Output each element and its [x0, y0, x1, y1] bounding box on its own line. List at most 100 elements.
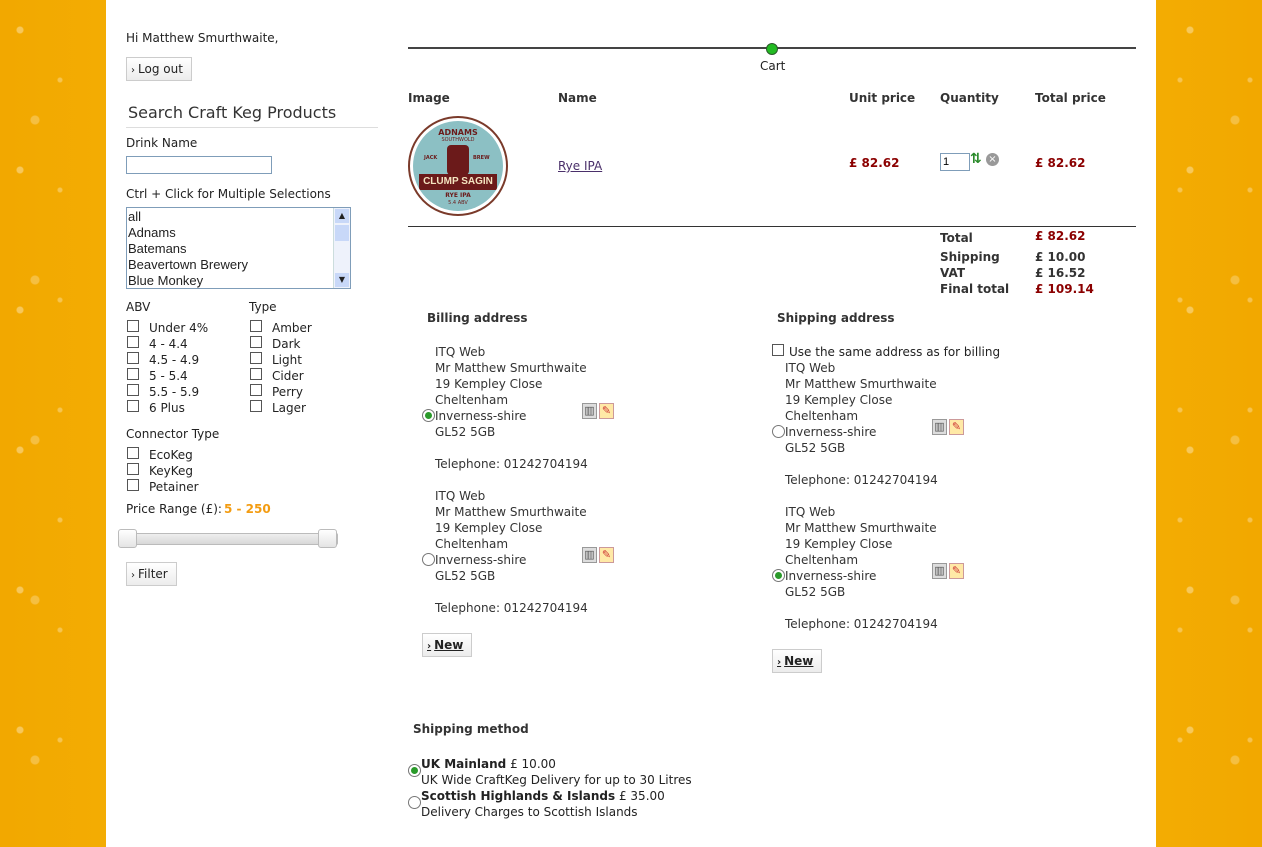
badge-bottom-text: RYE IPA [445, 192, 471, 199]
shipping-address-radio[interactable] [772, 425, 785, 438]
logout-button[interactable]: › Log out [126, 57, 192, 81]
type-option-label: Perry [272, 385, 303, 399]
edit-icon[interactable]: ✎ [949, 419, 964, 435]
type-checkbox[interactable] [250, 400, 262, 412]
address-county: Inverness-shire [785, 569, 877, 583]
badge-figure [447, 145, 469, 175]
quantity-input[interactable] [940, 153, 970, 171]
product-image[interactable]: ADNAMS SOUTHWOLD JACK BREW CLUMP SAGIN R… [408, 116, 508, 216]
vat-value: £ 16.52 [1035, 266, 1086, 280]
refresh-icon[interactable]: ⇅ [970, 152, 984, 166]
brewery-option[interactable]: Beavertown Brewery [128, 257, 248, 273]
shipping-method-radio[interactable] [408, 764, 421, 777]
vat-label: VAT [940, 266, 966, 280]
type-checkbox[interactable] [250, 384, 262, 396]
shipping-address-radio[interactable] [772, 569, 785, 582]
address-name: Mr Matthew Smurthwaite [435, 361, 587, 375]
same-as-billing-label: Use the same address as for billing [789, 345, 1001, 359]
abv-option-label: 6 Plus [149, 401, 185, 415]
address-street: 19 Kempley Close [435, 521, 543, 535]
new-label: New [434, 638, 464, 652]
billing-address: ITQ Web Mr Matthew Smurthwaite 19 Kemple… [435, 488, 588, 616]
remove-icon[interactable]: × [986, 153, 999, 166]
abv-checkbox[interactable] [127, 400, 139, 412]
address-phone: Telephone: 01242704194 [435, 457, 588, 471]
connector-checkbox[interactable] [127, 447, 139, 459]
abv-option-label: Under 4% [149, 321, 209, 335]
search-title-divider [126, 127, 378, 128]
total-value: £ 82.62 [1035, 229, 1086, 243]
trash-icon[interactable]: ▥ [582, 547, 597, 563]
address-name: Mr Matthew Smurthwaite [435, 505, 587, 519]
address-phone: Telephone: 01242704194 [785, 617, 938, 631]
search-title: Search Craft Keg Products [128, 103, 337, 122]
abv-label: ABV [126, 300, 151, 314]
address-city: Cheltenham [785, 553, 859, 567]
connector-checkbox[interactable] [127, 463, 139, 475]
brewery-option[interactable]: Batemans [128, 241, 187, 257]
address-county: Inverness-shire [435, 409, 527, 423]
trash-icon[interactable]: ▥ [932, 419, 947, 435]
address-company: ITQ Web [435, 489, 486, 503]
total-label: Total [940, 231, 973, 245]
type-option-label: Cider [272, 369, 304, 383]
badge-abv-text: 5.4 ABV [448, 200, 468, 206]
type-checkbox[interactable] [250, 336, 262, 348]
trash-icon[interactable]: ▥ [582, 403, 597, 419]
billing-address-radio[interactable] [422, 409, 435, 422]
edit-icon[interactable]: ✎ [599, 547, 614, 563]
product-name-link[interactable]: Rye IPA [558, 159, 602, 173]
type-checkbox[interactable] [250, 320, 262, 332]
price-slider[interactable] [120, 533, 338, 545]
page-content: Hi Matthew Smurthwaite, › Log out Search … [106, 0, 1156, 847]
price-slider-max-handle[interactable] [318, 529, 337, 548]
filter-button[interactable]: › Filter [126, 562, 177, 586]
billing-address-radio[interactable] [422, 553, 435, 566]
address-name: Mr Matthew Smurthwaite [785, 521, 937, 535]
abv-option-label: 5.5 - 5.9 [149, 385, 200, 399]
progress-dot [766, 43, 778, 55]
badge-main-text: CLUMP SAGIN [423, 176, 493, 187]
type-checkbox[interactable] [250, 352, 262, 364]
abv-checkbox[interactable] [127, 352, 139, 364]
price-range-label: Price Range (£): [126, 502, 222, 516]
connector-option-label: Petainer [149, 480, 199, 494]
address-city: Cheltenham [435, 393, 509, 407]
scroll-thumb[interactable] [335, 225, 349, 241]
abv-checkbox[interactable] [127, 320, 139, 332]
scroll-down-icon[interactable]: ▼ [335, 273, 349, 287]
brewery-option[interactable]: Adnams [128, 225, 176, 241]
price-slider-min-handle[interactable] [118, 529, 137, 548]
new-shipping-address-button[interactable]: › New [772, 649, 823, 673]
abv-checkbox[interactable] [127, 368, 139, 380]
brewery-option[interactable]: all [128, 209, 141, 225]
address-name: Mr Matthew Smurthwaite [785, 377, 937, 391]
connector-checkbox[interactable] [127, 479, 139, 491]
shipping-address: ITQ Web Mr Matthew Smurthwaite 19 Kemple… [785, 504, 938, 632]
address-postcode: GL52 5GB [435, 425, 496, 439]
trash-icon[interactable]: ▥ [932, 563, 947, 579]
col-header-image: Image [408, 91, 450, 105]
edit-icon[interactable]: ✎ [599, 403, 614, 419]
select-scrollbar[interactable]: ▲ ▼ [333, 208, 350, 288]
badge-top-text: ADNAMS [438, 128, 478, 137]
shipping-method-name: UK Mainland [421, 757, 507, 771]
brewery-select[interactable]: all Adnams Batemans Beavertown Brewery B… [126, 207, 351, 289]
chevron-right-icon: › [131, 570, 135, 581]
edit-icon[interactable]: ✎ [949, 563, 964, 579]
new-billing-address-button[interactable]: › New [422, 633, 473, 657]
scroll-up-icon[interactable]: ▲ [335, 209, 349, 223]
same-as-billing-checkbox[interactable] [772, 344, 784, 356]
greeting: Hi Matthew Smurthwaite, [126, 31, 279, 45]
shipping-method-radio[interactable] [408, 796, 421, 809]
col-header-total-price: Total price [1035, 91, 1106, 105]
abv-checkbox[interactable] [127, 336, 139, 348]
abv-checkbox[interactable] [127, 384, 139, 396]
type-checkbox[interactable] [250, 368, 262, 380]
address-county: Inverness-shire [785, 425, 877, 439]
brewery-option[interactable]: Blue Monkey [128, 273, 203, 288]
drink-name-input[interactable] [126, 156, 272, 174]
connector-label: Connector Type [126, 427, 220, 441]
shipping-method-option: UK Mainland £ 10.00 UK Wide CraftKeg Del… [421, 756, 692, 788]
address-company: ITQ Web [785, 361, 836, 375]
